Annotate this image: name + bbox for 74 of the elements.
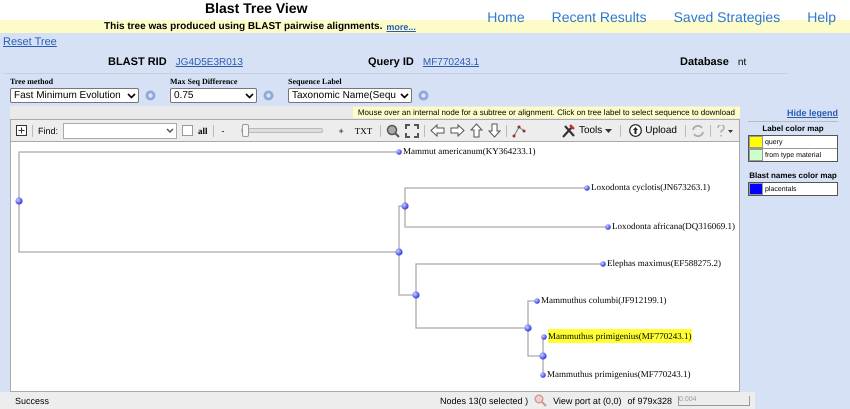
hide-legend-link[interactable]: Hide legend: [748, 108, 838, 122]
tools-icon: [560, 124, 576, 138]
tree-node[interactable]: [539, 352, 547, 360]
status-text: Success: [15, 396, 50, 406]
nav-link[interactable]: Help: [807, 9, 836, 25]
right-arrow-icon[interactable]: [450, 124, 466, 137]
help-menu-icon[interactable]: [716, 124, 734, 136]
zoom-in-button[interactable]: +: [336, 126, 347, 136]
tree-node[interactable]: [401, 202, 409, 210]
tree-node[interactable]: [600, 261, 606, 267]
reset-tree-link[interactable]: Reset Tree: [3, 36, 57, 48]
option-select[interactable]: Fast Minimum Evolution: [10, 88, 139, 103]
nav-link[interactable]: Saved Strategies: [674, 9, 780, 25]
find-label: Find:: [38, 126, 58, 136]
tree-node[interactable]: [541, 334, 547, 340]
expand-icon[interactable]: [16, 125, 27, 136]
legend-title: Label color map: [761, 124, 825, 133]
hint-text: Mouse over an internal node for a subtree or alignment. Click on tree label to select sequence to download: [352, 107, 740, 118]
chevron-down-icon: [245, 92, 254, 98]
zoom-icon: [534, 394, 548, 407]
tree-node[interactable]: [540, 372, 546, 378]
leaf-label[interactable]: Loxodonta cyclotis(JN673263.1): [591, 180, 710, 194]
txt-button[interactable]: TXT: [352, 126, 376, 136]
info-value: nt: [738, 57, 746, 68]
info-label: Database: [680, 56, 729, 68]
up-arrow-icon[interactable]: [470, 123, 484, 138]
all-label: all: [198, 126, 208, 136]
nav-link[interactable]: Home: [487, 9, 525, 25]
chevron-down-icon: [127, 92, 136, 98]
leaf-label[interactable]: Mammut americanum(KY364233.1): [403, 144, 536, 158]
tree-node[interactable]: [412, 291, 420, 299]
search-icon[interactable]: [386, 124, 400, 138]
tools-button[interactable]: Tools: [558, 124, 616, 138]
leaf-label[interactable]: Elephas maximus(EF588275.2): [607, 256, 721, 270]
info-link[interactable]: MF770243.1: [422, 57, 480, 68]
option-select[interactable]: Taxonomic Name(Sequ: [288, 88, 412, 103]
page-title: Blast Tree View: [205, 0, 308, 16]
leaf-label[interactable]: Mammuthus columbi(JF912199.1): [541, 293, 666, 307]
size-text: of 979x328: [627, 396, 672, 406]
legend-title: Blast names color map: [748, 171, 838, 180]
option-label: Sequence Label: [288, 77, 343, 86]
left-arrow-icon[interactable]: [430, 124, 446, 137]
info-label: Query ID: [368, 56, 414, 68]
tree-node[interactable]: [396, 149, 402, 155]
banner-text: This tree was produced using BLAST pairwise alignments.: [104, 21, 382, 32]
all-checkbox[interactable]: [182, 125, 194, 136]
upload-icon: [629, 124, 642, 137]
leaf-label[interactable]: Loxodonta africana(DQ316069.1): [612, 219, 735, 233]
tree-node[interactable]: [534, 298, 540, 304]
tree-node[interactable]: [584, 185, 590, 191]
option-label: Max Seq Difference: [170, 77, 238, 86]
chevron-down-icon: [400, 92, 409, 98]
leaf-label[interactable]: Mammuthus primigenius(MF770243.1): [548, 329, 692, 343]
zoom-out-button[interactable]: -: [218, 126, 228, 136]
tree-node[interactable]: [15, 197, 23, 205]
branch-icon[interactable]: [512, 124, 526, 138]
tree-node[interactable]: [524, 324, 532, 332]
caret-icon: [605, 128, 612, 132]
more-link[interactable]: more...: [386, 22, 416, 32]
find-field[interactable]: [63, 122, 178, 138]
down-arrow-icon[interactable]: [488, 123, 502, 138]
option-label: Tree method: [10, 77, 54, 86]
info-label: BLAST RID: [108, 56, 167, 68]
fullscreen-icon[interactable]: [405, 124, 420, 138]
viewport-text: View port at (0,0): [553, 396, 622, 406]
upload-button[interactable]: Upload: [626, 124, 680, 137]
tree-node[interactable]: [395, 248, 403, 256]
chevron-down-icon[interactable]: [166, 128, 174, 134]
node-count: Nodes 13(0 selected ): [440, 396, 528, 406]
info-link[interactable]: JG4D5E3R013: [176, 57, 243, 68]
leaf-label[interactable]: Mammuthus primigenius(MF770243.1): [547, 367, 690, 381]
nav-link[interactable]: Recent Results: [552, 9, 647, 25]
option-select[interactable]: 0.75: [170, 88, 257, 103]
tree-node[interactable]: [605, 224, 611, 230]
